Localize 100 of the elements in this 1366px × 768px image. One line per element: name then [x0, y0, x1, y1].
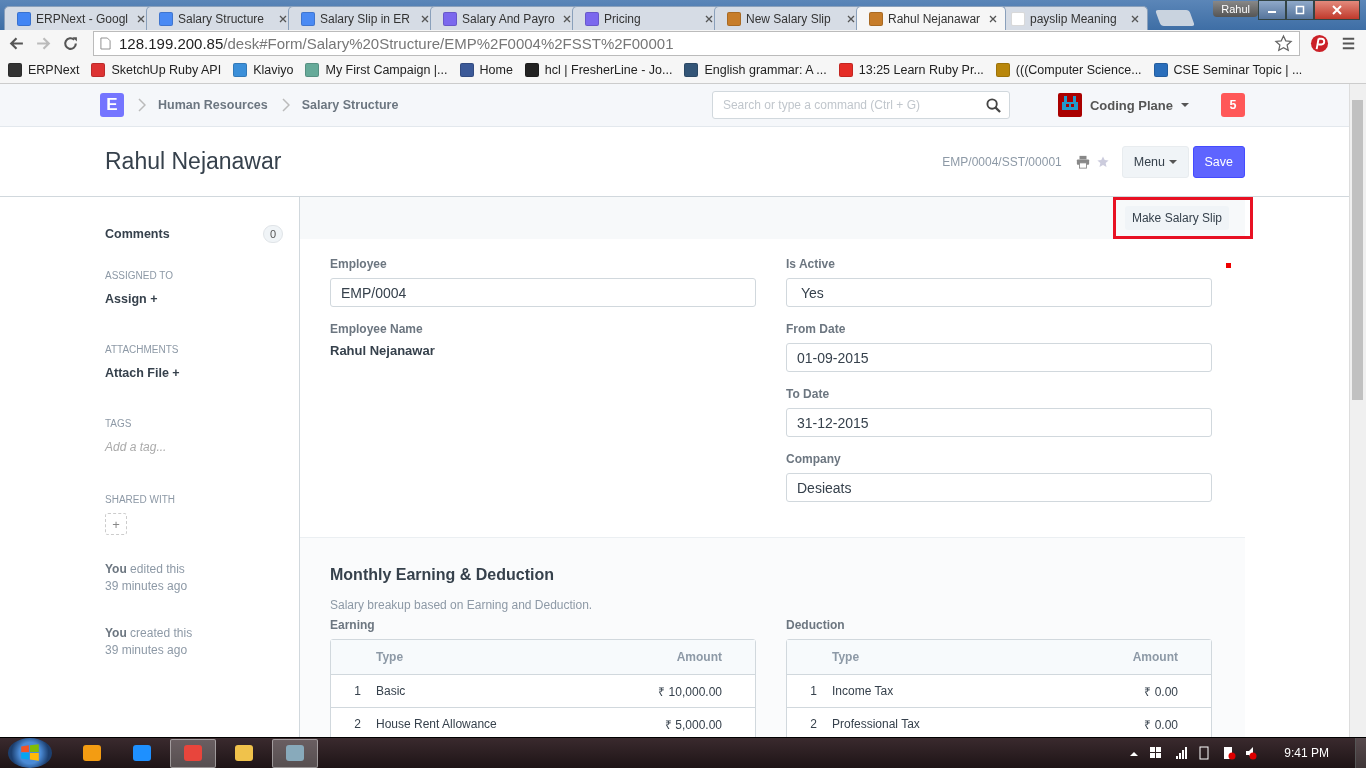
bookmark-link[interactable]: Home	[459, 63, 513, 77]
table-label: Earning	[330, 618, 376, 632]
pin-extension-icon[interactable]	[1310, 34, 1329, 53]
bookmark-link[interactable]: SketchUp Ruby API	[91, 63, 222, 77]
print-icon[interactable]	[1075, 154, 1090, 169]
row-number: 2	[809, 717, 818, 731]
table-cell-text: ₹ 5,000.00	[664, 716, 723, 733]
table-cell-text: House Rent Allowance	[376, 717, 498, 731]
app-icon	[133, 745, 151, 761]
browser-tab[interactable]: Rahul Nejanawar	[856, 6, 1006, 30]
windows-logo-icon	[19, 742, 41, 764]
taskbar-app-icon[interactable]	[272, 738, 318, 768]
bookmark-link[interactable]: Klaviyo	[233, 63, 294, 77]
tray-icons-drawing[interactable]	[1128, 746, 1259, 760]
close-icon[interactable]	[989, 14, 997, 23]
breadcrumb-link[interactable]: Human Resources	[158, 98, 268, 112]
maximize-button[interactable]	[1286, 0, 1314, 20]
section-label: TAGS	[105, 418, 133, 429]
favicon-icon	[684, 63, 699, 77]
row-number: 1	[353, 684, 362, 698]
app-logo[interactable]: E	[100, 93, 124, 117]
bookmark-star-icon[interactable]	[1274, 34, 1293, 53]
column-header: Amount	[676, 650, 723, 664]
close-icon[interactable]	[705, 14, 713, 23]
row-number: 2	[353, 717, 362, 731]
column-header: Amount	[1132, 650, 1179, 664]
close-icon[interactable]	[137, 14, 145, 23]
menu-button[interactable]: Menu	[1121, 145, 1189, 178]
comments-label[interactable]: Comments	[105, 227, 170, 241]
attach-file-link[interactable]: Attach File +	[105, 366, 180, 380]
window-close-button[interactable]	[1314, 0, 1360, 20]
field-label: Company	[786, 452, 842, 466]
favicon-icon	[459, 63, 474, 77]
taskbar-app-icon[interactable]	[170, 738, 216, 768]
section-title: Monthly Earning & Deduction	[330, 566, 555, 584]
comment-count: 0	[262, 225, 283, 243]
activity-entry: You created this 39 minutes ago	[105, 625, 194, 659]
bookmark-link[interactable]: 13:25 Learn Ruby Pr...	[838, 63, 984, 77]
close-icon[interactable]	[421, 14, 429, 23]
bookmark-link[interactable]: (((Computer Science...	[995, 63, 1142, 77]
favicon-icon	[8, 63, 22, 77]
favicon-icon	[305, 63, 320, 77]
close-icon[interactable]	[847, 14, 855, 23]
address-bar[interactable]: 128.199.200.85/desk#Form/Salary%20Structure/EMP%2F0004%2FSST%2F00001	[93, 31, 1300, 56]
back-icon[interactable]	[8, 35, 25, 52]
user-menu[interactable]: Coding Plane	[1057, 93, 1189, 117]
input-field[interactable]: 01-09-2015	[786, 343, 1212, 372]
start-button[interactable]	[8, 738, 52, 768]
scrollbar[interactable]	[1349, 84, 1366, 737]
input-field[interactable]: Desieats	[786, 473, 1212, 502]
favicon-icon	[233, 63, 248, 77]
avatar-icon	[1057, 93, 1082, 117]
bookmark-link[interactable]: hcl | FresherLine - Jo...	[524, 63, 673, 77]
new-tab-button[interactable]	[1155, 10, 1195, 26]
column-header: Type	[832, 650, 861, 664]
field-label: Employee Name	[330, 322, 424, 336]
star-icon[interactable]	[1095, 154, 1110, 169]
favicon-icon	[727, 11, 741, 26]
assign-link[interactable]: Assign +	[105, 292, 158, 306]
minimize-button[interactable]	[1258, 0, 1286, 20]
table-cell-text: Income Tax	[832, 684, 895, 698]
make-salary-slip-button[interactable]: Make Salary Slip	[1124, 206, 1229, 230]
table-label: Deduction	[786, 618, 846, 632]
bookmark-link[interactable]: CSE Seminar Topic | ...	[1153, 63, 1303, 77]
close-icon	[1332, 5, 1342, 15]
close-icon[interactable]	[1131, 14, 1139, 23]
section-label: ATTACHMENTS	[105, 344, 180, 355]
app-icon	[286, 745, 304, 761]
activity-entry: You edited this 39 minutes ago	[105, 561, 189, 595]
field-label: Is Active	[786, 257, 836, 271]
app-icon	[184, 745, 202, 761]
reload-icon[interactable]	[62, 35, 79, 52]
bookmark-link[interactable]: ERPNext	[8, 63, 80, 77]
input-field[interactable]: 31-12-2015	[786, 408, 1212, 437]
clock[interactable]: 9:41 PM	[1284, 746, 1329, 760]
bookmark-link[interactable]: My First Campaign |...	[305, 63, 448, 77]
search-field[interactable]: Search or type a command (Ctrl + G)	[711, 91, 1010, 119]
required-indicator	[1226, 263, 1231, 268]
favicon-icon	[91, 63, 106, 77]
breadcrumb-link[interactable]: Salary Structure	[301, 98, 399, 112]
profile-button[interactable]: Rahul	[1213, 1, 1258, 17]
favicon-icon	[869, 11, 883, 26]
save-button[interactable]: Save	[1192, 145, 1245, 178]
favicon-icon	[524, 63, 539, 77]
section-label: SHARED WITH	[105, 494, 176, 505]
close-icon[interactable]	[563, 14, 571, 23]
table-cell-text: ₹ 10,000.00	[658, 683, 723, 700]
app-icon	[235, 745, 253, 761]
page-icon	[100, 37, 111, 50]
favicon-icon	[443, 11, 457, 26]
table-cell-text: ₹ 0.00	[1144, 683, 1179, 700]
table-cell-text: Basic	[376, 684, 407, 698]
close-icon[interactable]	[279, 14, 287, 23]
select-field[interactable]: Yes	[786, 278, 1212, 307]
bookmark-link[interactable]: English grammar: A ...	[684, 63, 827, 77]
input-field[interactable]: EMP/0004	[330, 278, 756, 307]
section-description: Salary breakup based on Earning and Deduction.	[330, 598, 594, 612]
add-share-button[interactable]: +	[105, 513, 127, 535]
field-label: Employee	[330, 257, 388, 271]
section-label: ASSIGNED TO	[105, 270, 174, 281]
